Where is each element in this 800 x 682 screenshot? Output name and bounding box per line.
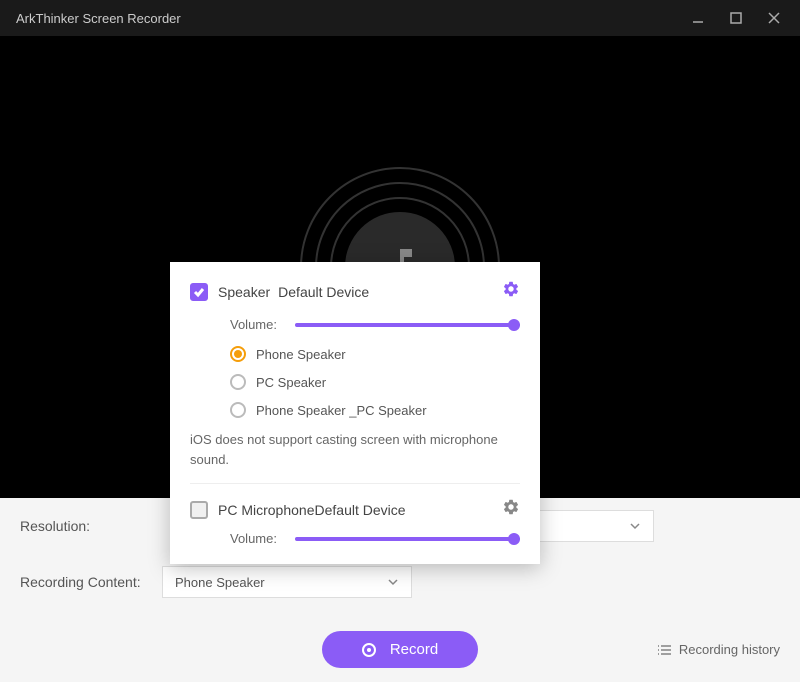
audio-settings-popup: Speaker Default Device Volume: Phone Spe… (170, 262, 540, 564)
speaker-volume-label: Volume: (230, 317, 285, 332)
speaker-device: Default Device (278, 284, 369, 300)
mic-volume-label: Volume: (230, 531, 285, 546)
radio-button (230, 346, 246, 362)
info-text: iOS does not support casting screen with… (190, 430, 520, 469)
bottom-bar: Record Recording history (0, 617, 800, 682)
speaker-volume-row: Volume: (190, 317, 520, 332)
window-controls (688, 8, 784, 28)
radio-phone-speaker[interactable]: Phone Speaker (230, 346, 520, 362)
speaker-options: Phone Speaker PC Speaker Phone Speaker _… (190, 346, 520, 418)
gear-icon (502, 280, 520, 298)
record-label: Record (390, 641, 438, 658)
radio-label: PC Speaker (256, 375, 326, 390)
list-icon (657, 642, 673, 658)
content-label: Recording Content: (20, 574, 150, 590)
titlebar: ArkThinker Screen Recorder (0, 0, 800, 36)
radio-button (230, 402, 246, 418)
radio-pc-speaker[interactable]: PC Speaker (230, 374, 520, 390)
app-title: ArkThinker Screen Recorder (16, 11, 181, 26)
radio-button (230, 374, 246, 390)
history-label: Recording history (679, 642, 780, 657)
minimize-button[interactable] (688, 8, 708, 28)
speaker-volume-slider[interactable] (295, 323, 520, 327)
radio-phone-pc-speaker[interactable]: Phone Speaker _PC Speaker (230, 402, 520, 418)
gear-icon (502, 498, 520, 516)
resolution-label: Resolution: (20, 518, 150, 534)
close-button[interactable] (764, 8, 784, 28)
mic-volume-slider[interactable] (295, 537, 520, 541)
radio-label: Phone Speaker (256, 347, 346, 362)
recording-history-link[interactable]: Recording history (657, 642, 780, 658)
speaker-settings-button[interactable] (502, 280, 520, 303)
mic-settings-button[interactable] (502, 498, 520, 521)
record-button[interactable]: Record (322, 631, 478, 668)
mic-label: PC MicrophoneDefault Device (218, 502, 406, 518)
mic-checkbox[interactable] (190, 501, 208, 519)
content-value: Phone Speaker (175, 575, 265, 590)
speaker-checkbox[interactable] (190, 283, 208, 301)
content-select[interactable]: Phone Speaker (162, 566, 412, 598)
mic-volume-row: Volume: (190, 531, 520, 546)
chevron-down-icon (629, 520, 641, 532)
mic-row: PC MicrophoneDefault Device (190, 498, 520, 521)
maximize-button[interactable] (726, 8, 746, 28)
speaker-label: Speaker (218, 284, 270, 300)
radio-label: Phone Speaker _PC Speaker (256, 403, 427, 418)
chevron-down-icon (387, 576, 399, 588)
speaker-row: Speaker Default Device (190, 280, 520, 303)
record-icon (362, 643, 376, 657)
divider (190, 483, 520, 484)
